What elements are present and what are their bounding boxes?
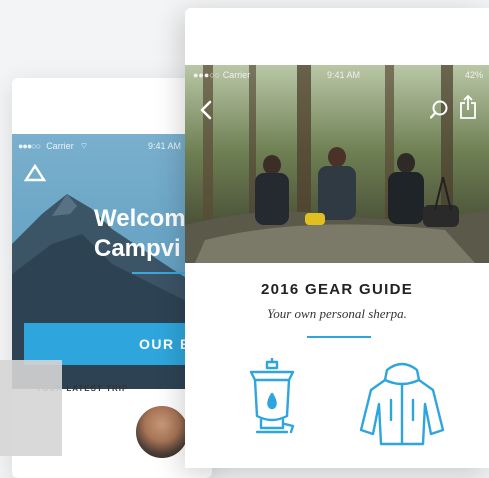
signal-dots-icon: ●●●○○ [18,141,41,151]
jacket-icon[interactable] [357,360,447,446]
wifi-icon: ⌔ [79,140,89,151]
battery-label: 42% [464,70,483,80]
back-arrow-icon[interactable] [199,100,213,120]
page-subtitle: Your own personal sherpa. [267,306,407,321]
avatar[interactable] [134,404,190,460]
title-underline [307,336,371,338]
overlay-block [0,360,62,456]
front-time-label: 9:41 AM [327,70,361,80]
welcome-heading: Welcom Campvi [94,205,186,262]
page-title: 2016 GEAR GUIDE [260,281,414,298]
front-carrier-label: ●●●○○ Carrier [193,70,251,80]
back-carrier-label: Carrier [46,141,74,151]
gear-guide-hero-image [185,65,489,263]
front-phone-screen: ●●●○○ Carrier 9:41 AM 42% 2016 GEAR GUID… [185,8,489,468]
our-blog-button[interactable]: OUR BL [24,323,212,365]
back-status-bar: ●●●○○ Carrier ⌔ 9:41 AM [18,140,206,152]
back-time-label: 9:41 AM [148,141,182,151]
search-icon[interactable] [429,100,449,120]
front-status-bar: ●●●○○ Carrier 9:41 AM 42% [191,70,487,82]
lantern-icon[interactable] [245,358,299,444]
share-icon[interactable] [459,94,477,120]
